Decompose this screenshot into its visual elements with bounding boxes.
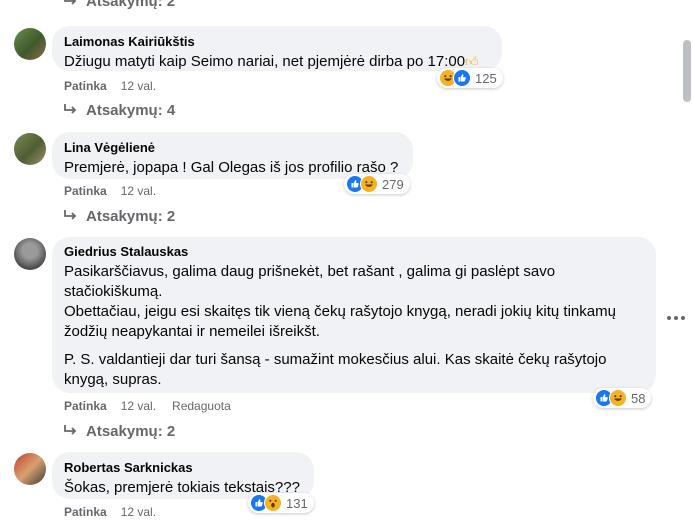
reply-arrow-icon	[64, 104, 77, 114]
view-replies-link[interactable]: Atsakymų: 2	[64, 420, 175, 442]
comment-paragraph: Pasikarščiavus, galima daug prišnekėt, b…	[64, 263, 616, 340]
reaction-count: 131	[286, 495, 308, 511]
comment-text: Pasikarščiavus, galima daug prišnekėt, b…	[64, 262, 644, 390]
comment-timestamp[interactable]: 12 val.	[121, 399, 156, 413]
more-options-icon[interactable]	[667, 310, 685, 326]
comment-timestamp[interactable]: 12 val.	[121, 79, 156, 93]
thumbs-up-emoji-icon: 👍︎	[465, 54, 479, 69]
replies-label: Atsakymų: 2	[86, 207, 176, 225]
comment-bubble: Giedrius Stalauskas Pasikarščiavus, gali…	[52, 237, 656, 393]
comment-author[interactable]: Laimonas Kairiūkštis	[64, 34, 490, 50]
like-button[interactable]: Patinka	[64, 505, 107, 519]
reaction-summary[interactable]: 125	[437, 68, 503, 88]
comment-bubble: Robertas Sarknickas Šokas, premjerė toki…	[52, 452, 314, 499]
like-reaction-icon	[453, 69, 471, 87]
reply-arrow-icon	[64, 0, 77, 5]
avatar[interactable]	[14, 238, 46, 270]
view-replies-link[interactable]: Atsakymų: 2	[64, 0, 175, 12]
view-replies-link[interactable]: Atsakymų: 2	[64, 205, 175, 227]
comment-bubble: Laimonas Kairiūkštis Džiugu matyti kaip …	[52, 26, 502, 71]
comment-meta: Patinka 12 val.	[64, 504, 172, 520]
haha-reaction-icon	[360, 175, 378, 193]
wow-reaction-icon	[264, 494, 282, 512]
comment-paragraph: P. S. valdantieji dar turi šansą - sumaž…	[64, 351, 607, 388]
avatar[interactable]	[14, 453, 46, 485]
view-replies-link[interactable]: Atsakymų: 4	[64, 99, 175, 121]
replies-label: Atsakymų: 4	[86, 101, 176, 119]
comment-author[interactable]: Giedrius Stalauskas	[64, 244, 644, 260]
comment-meta: Patinka 12 val. Redaguota	[64, 398, 231, 414]
like-button[interactable]: Patinka	[64, 79, 107, 93]
comment-author[interactable]: Lina Vėgėlienė	[64, 140, 401, 156]
edited-label[interactable]: Redaguota	[172, 399, 231, 413]
avatar[interactable]	[14, 28, 46, 60]
comment-meta: Patinka 12 val.	[64, 78, 172, 94]
replies-label: Atsakymų: 2	[86, 422, 176, 440]
reaction-summary[interactable]: 58	[593, 388, 652, 408]
reaction-count: 125	[475, 70, 497, 86]
like-button[interactable]: Patinka	[64, 399, 107, 413]
comment-bubble: Lina Vėgėlienė Premjerė, jopapa ! Gal Ol…	[52, 132, 413, 179]
reaction-count: 279	[382, 176, 404, 192]
replies-label: Atsakymų:	[86, 0, 163, 10]
reply-arrow-icon	[64, 425, 77, 435]
replies-count: 2	[166, 0, 176, 10]
haha-reaction-icon	[609, 389, 627, 407]
scrollbar[interactable]	[683, 40, 691, 102]
reaction-summary[interactable]: 279	[344, 174, 410, 194]
comment-author[interactable]: Robertas Sarknickas	[64, 460, 302, 476]
like-button[interactable]: Patinka	[64, 184, 107, 198]
comment-text: Džiugu matyti kaip Seimo nariai, net pje…	[64, 53, 479, 70]
comment-meta: Patinka 12 val.	[64, 183, 172, 199]
comment-timestamp[interactable]: 12 val.	[121, 184, 156, 198]
reply-arrow-icon	[64, 210, 77, 220]
reaction-count: 58	[631, 390, 646, 406]
reaction-summary[interactable]: 131	[248, 493, 314, 513]
avatar[interactable]	[14, 133, 46, 165]
comment-timestamp[interactable]: 12 val.	[121, 505, 156, 519]
